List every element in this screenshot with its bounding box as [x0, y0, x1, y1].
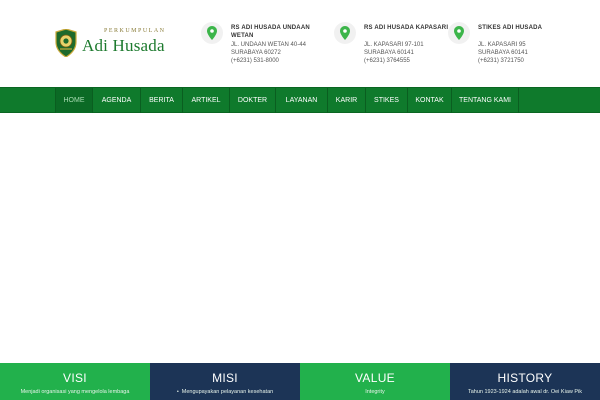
- contact-undaan-wetan: RS ADI HUSADA UNDAAN WETAN JL. UNDAAN WE…: [201, 22, 326, 72]
- contact-city: SURABAYA 60141: [364, 50, 414, 56]
- contact-city: SURABAYA 60141: [478, 50, 528, 56]
- contact-address: JL. UNDAAN WETAN 40-44: [231, 42, 306, 48]
- nav-item-agenda[interactable]: AGENDA: [92, 88, 140, 114]
- contact-address: JL. KAPASARI 97-101: [364, 42, 424, 48]
- contact-kapasari: RS ADI HUSADA KAPASARI JL. KAPASARI 97-1…: [334, 22, 459, 72]
- nav-item-kontak[interactable]: KONTAK: [407, 88, 451, 114]
- panel-text: Mengupayakan pelayanan kesehatan: [160, 389, 290, 396]
- nav-item-stikes[interactable]: STIKES: [365, 88, 407, 114]
- nav-item-artikel[interactable]: ARTIKEL: [182, 88, 229, 114]
- nav-item-tentang-kami[interactable]: TENTANG KAMI: [451, 88, 519, 114]
- panel-title: VISI: [63, 371, 87, 385]
- site-header: PERKUMPULAN Adi Husada RS ADI HUSADA UND…: [0, 0, 600, 87]
- map-pin-icon: [448, 22, 470, 44]
- site-logo[interactable]: PERKUMPULAN Adi Husada: [54, 28, 174, 58]
- panel-text: Menjadi organisasi yang mengelola lembag…: [20, 389, 130, 395]
- logo-name: Adi Husada: [82, 36, 165, 55]
- panel-title: HISTORY: [497, 371, 553, 385]
- contact-phone: (+6231) 3721750: [478, 58, 524, 64]
- panel-title: VALUE: [355, 371, 395, 385]
- panel-value[interactable]: VALUE Integrity: [300, 363, 450, 400]
- panel-history[interactable]: HISTORY Tahun 1923-1924 adalah awal dr. …: [450, 363, 600, 400]
- contact-stikes: STIKES ADI HUSADA JL. KAPASARI 95 SURABA…: [448, 22, 573, 72]
- nav-item-berita[interactable]: BERITA: [140, 88, 182, 114]
- logo-tagline: PERKUMPULAN: [104, 28, 166, 34]
- panel-visi[interactable]: VISI Menjadi organisasi yang mengelola l…: [0, 363, 150, 400]
- main-nav: HOME AGENDA BERITA ARTIKEL DOKTER LAYANA…: [55, 88, 519, 114]
- contact-name: STIKES ADI HUSADA: [478, 25, 543, 31]
- panel-text: Tahun 1923-1924 adalah awal dr. Oei Kiaw…: [467, 389, 583, 395]
- hero-area: [0, 113, 600, 363]
- shield-emblem-icon: [55, 29, 77, 57]
- main-navbar: HOME AGENDA BERITA ARTIKEL DOKTER LAYANA…: [0, 87, 600, 114]
- info-panels: VISI Menjadi organisasi yang mengelola l…: [0, 363, 600, 400]
- map-pin-icon: [201, 22, 223, 44]
- contact-address: JL. KAPASARI 95: [478, 42, 526, 48]
- contact-city: SURABAYA 60272: [231, 50, 281, 56]
- panel-text: Integrity: [365, 389, 385, 395]
- page: PERKUMPULAN Adi Husada RS ADI HUSADA UND…: [0, 0, 600, 400]
- contact-name: RS ADI HUSADA UNDAAN WETAN: [231, 25, 310, 39]
- panel-misi[interactable]: MISI Mengupayakan pelayanan kesehatan: [150, 363, 300, 400]
- nav-item-dokter[interactable]: DOKTER: [229, 88, 275, 114]
- nav-item-layanan[interactable]: LAYANAN: [275, 88, 327, 114]
- contact-phone: (+6231) 3764555: [364, 58, 410, 64]
- nav-item-karir[interactable]: KARIR: [327, 88, 365, 114]
- panel-title: MISI: [212, 371, 238, 385]
- contact-phone: (+6231) 531-8000: [231, 58, 279, 64]
- map-pin-icon: [334, 22, 356, 44]
- nav-item-home[interactable]: HOME: [55, 88, 92, 114]
